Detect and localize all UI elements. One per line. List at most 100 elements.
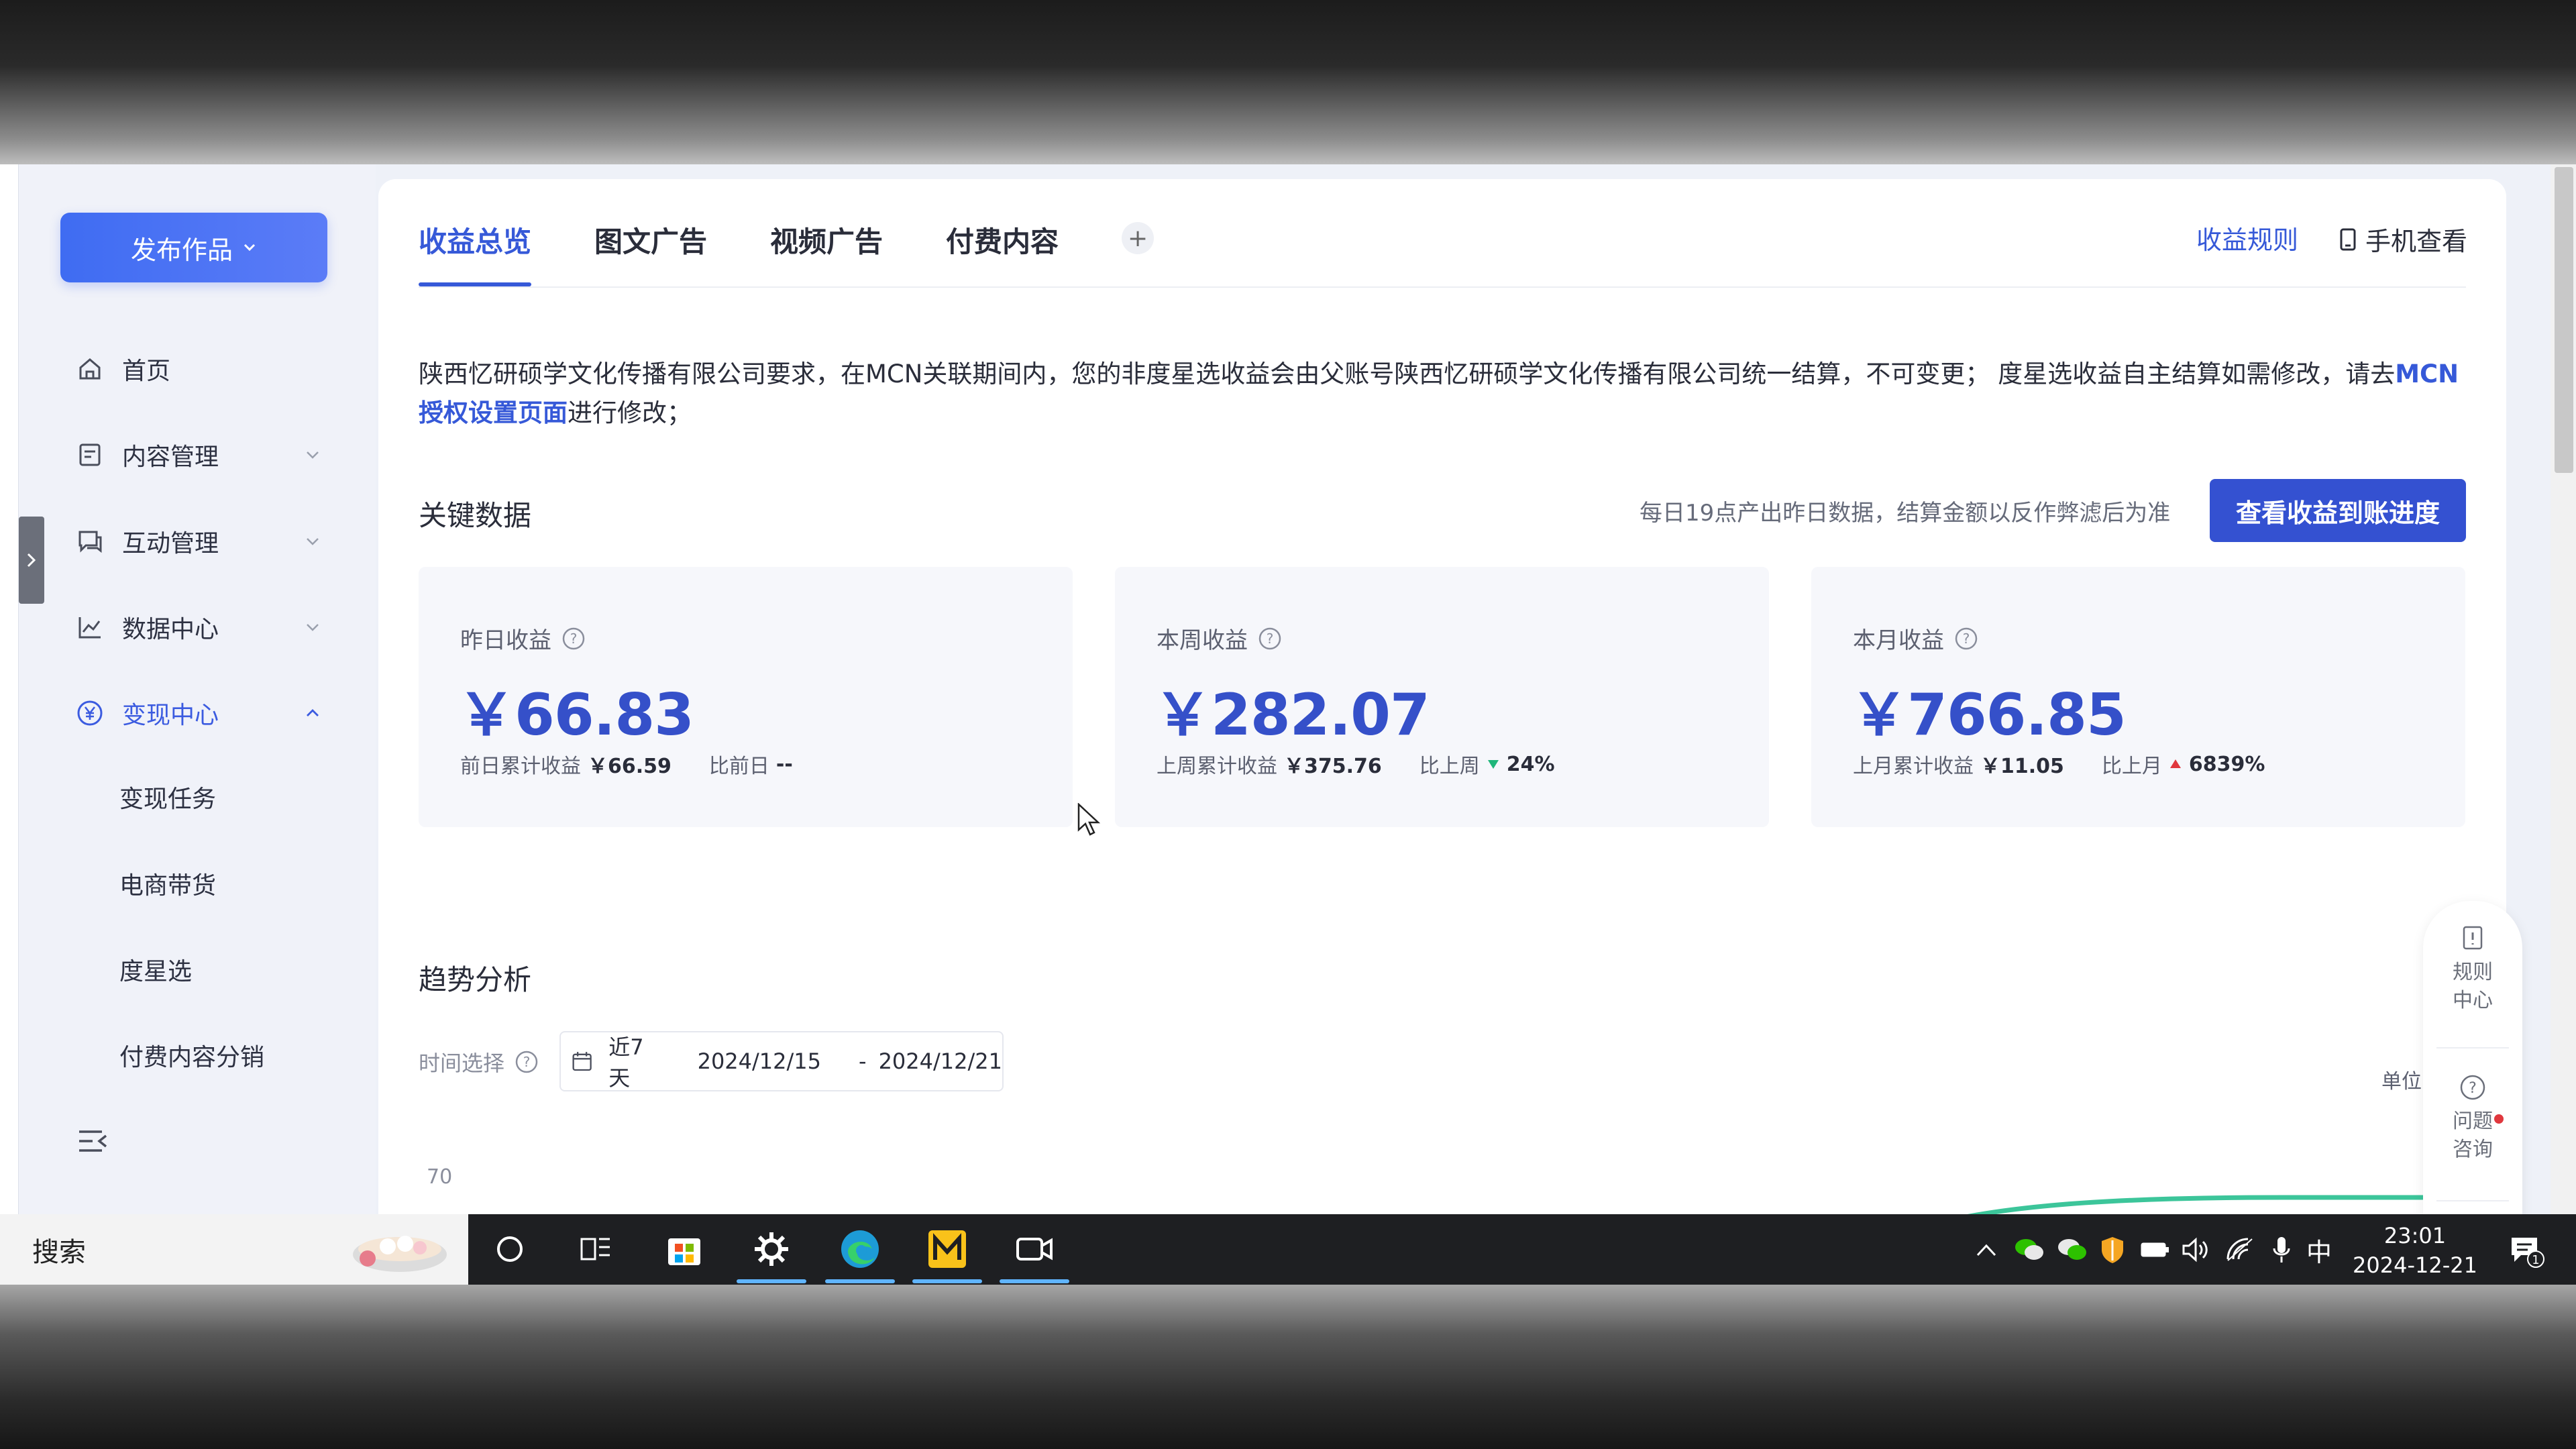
m-app-icon[interactable] [922, 1224, 973, 1275]
stat-compare-label: 比上周 [1419, 755, 1480, 778]
view-progress-button[interactable]: 查看收益到账进度 [2210, 479, 2466, 542]
cortana-icon[interactable] [484, 1224, 535, 1275]
date-range-picker[interactable]: 近7天 2024/12/15 - 2024/12/21 [559, 1031, 1004, 1091]
earnings-rules-link[interactable]: 收益规则 [2196, 219, 2298, 256]
battery-icon[interactable] [2140, 1234, 2171, 1265]
scrollbar-thumb[interactable] [2555, 167, 2573, 473]
nav-home[interactable]: 首页 [75, 342, 343, 396]
mcn-notice: 陕西忆研硕学文化传播有限公司要求，在MCN关联期间内，您的非度星选收益会由父账号… [419, 355, 2471, 433]
nav-data-center-label: 数据中心 [122, 616, 219, 643]
key-data-title: 关键数据 [419, 499, 532, 532]
mobile-view-button[interactable]: 手机查看 [2337, 221, 2467, 258]
start-date[interactable]: 2024/12/15 [698, 1049, 821, 1074]
letterbox-bottom [0, 1285, 2576, 1449]
notice-suffix: 进行修改； [568, 398, 692, 427]
nav-content-label: 内容管理 [122, 443, 219, 471]
help-icon[interactable]: ? [1953, 626, 1979, 651]
tab-earnings-overview[interactable]: 收益总览 [419, 213, 532, 286]
task-view-icon[interactable] [570, 1224, 621, 1275]
chevron-down-icon [307, 451, 319, 459]
store-icon[interactable] [659, 1224, 710, 1275]
main-panel: 收益总览 图文广告 视频广告 付费内容 + 收益规则 手机查看 陕西忆研硕学文化… [378, 179, 2506, 1214]
trend-title: 趋势分析 [419, 963, 532, 996]
taskbar-search-label: 搜索 [32, 1236, 86, 1268]
sub-ecommerce-label: 电商带货 [119, 872, 217, 900]
microphone-icon[interactable] [2266, 1234, 2297, 1265]
help-consult-label-1: 问题 [2453, 1110, 2493, 1133]
notification-center-icon[interactable]: 1 [2508, 1232, 2545, 1269]
letterbox-top [0, 0, 2576, 164]
nav-home-label: 首页 [122, 358, 171, 385]
input-method-indicator[interactable]: 中 [2306, 1232, 2332, 1269]
chevron-right-icon [27, 553, 36, 568]
stat-prev-value: ￥66.59 [588, 755, 672, 778]
phone-icon [2340, 228, 2356, 250]
window-edge [0, 164, 19, 1214]
sub-duxingxuan-label: 度星选 [119, 958, 193, 985]
home-icon [75, 354, 105, 384]
publish-label: 发布作品 [130, 235, 233, 265]
help-consult-button[interactable]: ? 问题 咨询 [2423, 1073, 2522, 1164]
settings-gear-icon[interactable] [746, 1224, 797, 1275]
help-icon[interactable]: ? [561, 626, 586, 651]
tab-bar: 收益总览 图文广告 视频广告 付费内容 + [419, 213, 1155, 286]
taskbar-search[interactable]: 搜索 [0, 1214, 468, 1285]
tab-paid-content[interactable]: 付费内容 [946, 213, 1059, 286]
chat-icon [75, 527, 105, 556]
stat-value: ￥282.07 [1154, 682, 1430, 749]
svg-text:?: ? [570, 631, 578, 647]
video-camera-icon[interactable] [1009, 1224, 1060, 1275]
chart-icon [75, 612, 105, 642]
rules-center-button[interactable]: 规则 中心 [2423, 924, 2522, 1015]
sub-ecommerce[interactable]: 电商带货 [119, 860, 216, 907]
stat-label: 昨日收益 [460, 627, 551, 654]
app-window: 发布作品 首页 内容管理 互动管理 数据中心 变现中心 变现任务 电商带货 度星… [0, 164, 2576, 1214]
rules-doc-icon [2463, 926, 2483, 950]
svg-text:?: ? [523, 1054, 531, 1070]
stat-card-month: 本月收益 ? ￥766.85 上月累计收益 ￥11.05 比上月 6839% [1811, 567, 2465, 827]
nav-data-center[interactable]: 数据中心 [75, 600, 343, 654]
rules-center-label-1: 规则 [2453, 961, 2493, 984]
end-date[interactable]: 2024/12/21 [879, 1049, 1002, 1074]
sidebar-expand-handle[interactable] [19, 517, 44, 604]
notice-text: 陕西忆研硕学文化传播有限公司要求，在MCN关联期间内，您的非度星选收益会由父账号… [419, 360, 2396, 388]
security-shield-icon[interactable] [2097, 1234, 2128, 1265]
help-icon[interactable]: ? [514, 1049, 539, 1075]
menu-collapse-icon[interactable] [75, 1124, 111, 1160]
volume-icon[interactable] [2180, 1234, 2211, 1265]
tab-image-ads[interactable]: 图文广告 [594, 213, 707, 286]
sub-monetize-task[interactable]: 变现任务 [119, 773, 216, 820]
nav-content[interactable]: 内容管理 [75, 428, 343, 482]
sub-paid-distribution[interactable]: 付费内容分销 [119, 1032, 264, 1079]
wifi-icon[interactable] [2224, 1234, 2255, 1265]
system-clock[interactable]: 23:01 2024-12-21 [2348, 1221, 2482, 1280]
chevron-down-icon [307, 538, 319, 545]
svg-text:?: ? [1963, 631, 1970, 647]
stat-value: ￥66.83 [458, 682, 694, 749]
edge-browser-icon[interactable] [835, 1224, 885, 1275]
clock-time: 23:01 [2383, 1223, 2447, 1248]
chevron-up-icon[interactable] [1971, 1234, 2002, 1265]
tab-video-ads[interactable]: 视频广告 [770, 213, 883, 286]
nav-interaction[interactable]: 互动管理 [75, 515, 343, 568]
key-data-note: 每日19点产出昨日数据，结算金额以反作弊滤后为准 [1640, 500, 2171, 527]
mobile-view-label: 手机查看 [2365, 227, 2468, 256]
publish-button[interactable]: 发布作品 [60, 213, 327, 282]
tabs-divider [419, 286, 2466, 288]
stat-label: 本周收益 [1157, 627, 1248, 654]
windows-taskbar: 搜索 中 23:01 2024-12-21 1 [0, 1214, 2576, 1285]
wechat-icon[interactable] [2014, 1234, 2045, 1265]
wechat-work-icon[interactable] [2057, 1234, 2088, 1265]
add-tab-button[interactable]: + [1122, 222, 1155, 254]
svg-text:1: 1 [2532, 1253, 2539, 1267]
calendar-icon [572, 1052, 592, 1071]
sub-duxingxuan[interactable]: 度星选 [119, 946, 192, 993]
range-preset[interactable]: 近7天 [608, 1030, 661, 1092]
stat-label: 本月收益 [1853, 627, 1944, 654]
help-consult-label-2: 咨询 [2453, 1138, 2493, 1161]
sub-paid-distribution-label: 付费内容分销 [119, 1044, 265, 1071]
sub-monetize-task-label: 变现任务 [119, 786, 217, 813]
nav-monetization[interactable]: 变现中心 [75, 686, 343, 740]
chevron-down-icon [244, 244, 256, 252]
help-icon[interactable]: ? [1257, 626, 1283, 651]
